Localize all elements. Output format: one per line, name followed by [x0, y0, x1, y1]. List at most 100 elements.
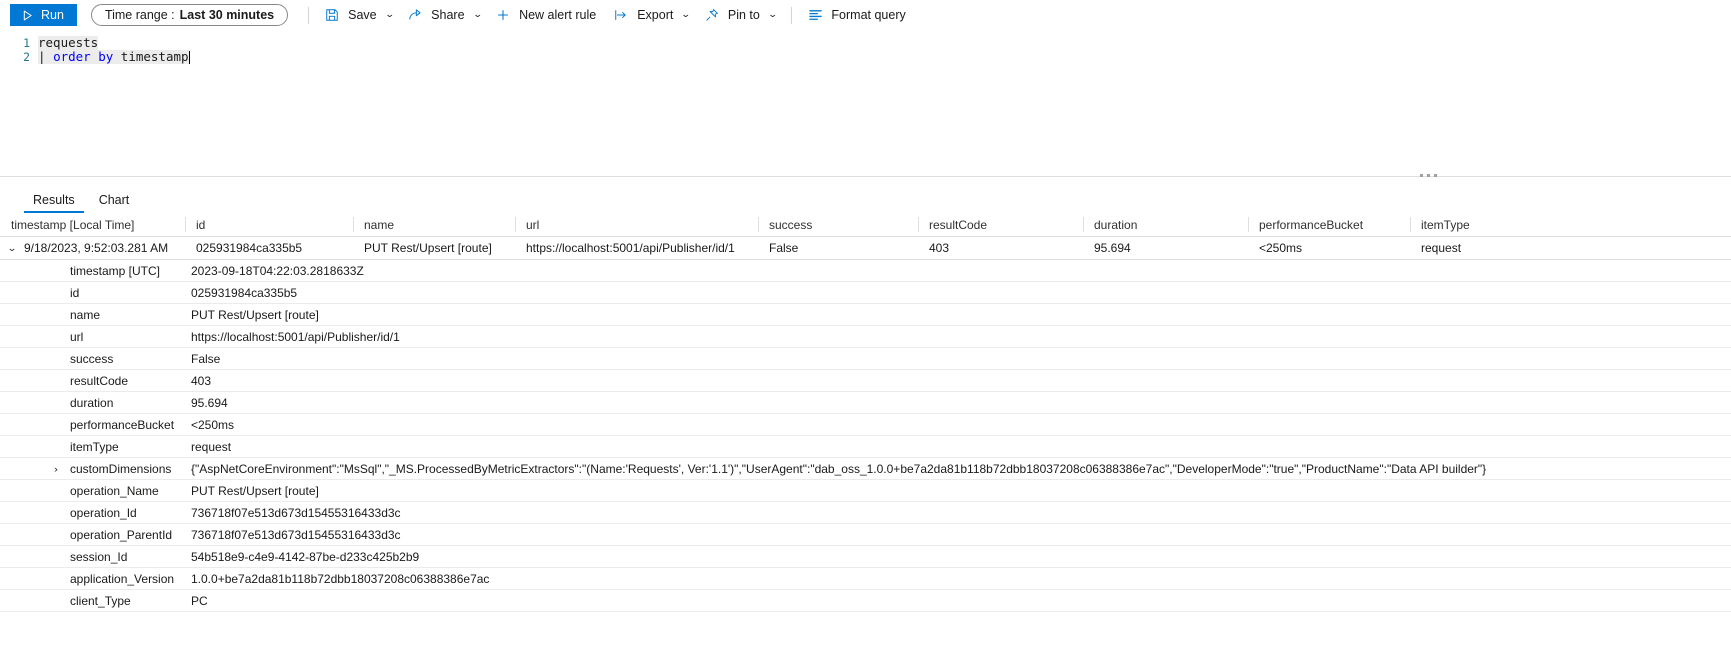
tab-chart[interactable]: Chart [90, 193, 139, 213]
time-range-picker[interactable]: Time range : Last 30 minutes [90, 4, 289, 26]
chevron-down-icon[interactable]: ⌄ [768, 9, 778, 19]
detail-row: client_Type PC [0, 590, 1731, 612]
share-icon [407, 7, 423, 23]
grid-header-row: timestamp [Local Time] id name url success re… [0, 213, 1731, 237]
column-header-success[interactable]: success [758, 213, 918, 237]
chevron-down-icon[interactable]: ⌄ [472, 9, 482, 19]
detail-value: https://localhost:5001/api/Publisher/id/… [191, 329, 400, 344]
share-button[interactable]: Share ⌄ [400, 3, 488, 27]
detail-row: url https://localhost:5001/api/Publisher/… [0, 326, 1731, 348]
detail-row: resultCode 403 [0, 370, 1731, 392]
detail-key: id [70, 285, 80, 300]
splitter-dot [1427, 174, 1430, 177]
column-header-duration[interactable]: duration [1083, 213, 1248, 237]
detail-row: session_Id 54b518e9-c4e9-4142-87be-d233c4… [0, 546, 1731, 568]
detail-key: operation_Name [70, 483, 159, 498]
export-button[interactable]: Export ⌄ [606, 3, 697, 27]
run-button-label: Run [41, 8, 64, 22]
detail-key: itemType [70, 439, 119, 454]
detail-row: application_Version 1.0.0+be7a2da81b118b7… [0, 568, 1731, 590]
column-header-url[interactable]: url [515, 213, 758, 237]
detail-value: request [191, 439, 232, 454]
cell-performancebucket: <250ms [1259, 240, 1303, 255]
code-text: requests [38, 35, 99, 50]
detail-key: performanceBucket [70, 417, 175, 432]
detail-value: False [191, 351, 221, 366]
grid-body: ⌄ 9/18/2023, 9:52:03.281 AM 025931984ca335… [0, 237, 1731, 612]
format-icon [807, 7, 823, 23]
chevron-down-icon[interactable]: ⌄ [384, 9, 394, 19]
detail-value: 403 [191, 373, 212, 388]
detail-value: 2023-09-18T04:22:03.2818633Z [191, 263, 364, 278]
time-range-value: Last 30 minutes [179, 8, 275, 22]
line-number: 2 [23, 50, 30, 64]
save-button[interactable]: Save ⌄ [317, 3, 400, 27]
column-header-timestamp-local-time[interactable]: timestamp [Local Time] [0, 213, 185, 237]
detail-key: resultCode [70, 373, 129, 388]
detail-value: PC [191, 593, 208, 608]
plus-icon [495, 7, 511, 23]
column-header-id[interactable]: id [185, 213, 353, 237]
tab-results[interactable]: Results [24, 193, 84, 213]
cell-itemtype: request [1421, 240, 1462, 255]
save-icon [324, 7, 340, 23]
code-text-line2: | order by timestamp [38, 50, 190, 64]
detail-key: duration [70, 395, 114, 410]
detail-row: operation_ParentId 736718f07e513d673d1545… [0, 524, 1731, 546]
cell-timestamp-local-time: ⌄ 9/18/2023, 9:52:03.281 AM [0, 237, 185, 260]
chevron-down-icon[interactable]: ⌄ [681, 9, 691, 19]
detail-row: › customDimensions {"AspNetCoreEnvironment… [0, 458, 1731, 480]
splitter-dot [1434, 174, 1437, 177]
results-grid: timestamp [Local Time] id name url success re… [0, 213, 1731, 612]
detail-row: id 025931984ca335b5 [0, 282, 1731, 304]
format-query-button[interactable]: Format query [800, 3, 915, 27]
detail-key: success [70, 351, 114, 366]
detail-value: <250ms [191, 417, 235, 432]
detail-value: 54b518e9-c4e9-4142-87be-d233c425b2b9 [191, 549, 420, 564]
code-line-1: 1 requests [0, 36, 1731, 50]
detail-row: timestamp [UTC] 2023-09-18T04:22:03.28186… [0, 260, 1731, 282]
column-header-name[interactable]: name [353, 213, 515, 237]
detail-row: name PUT Rest/Upsert [route] [0, 304, 1731, 326]
detail-value: {"AspNetCoreEnvironment":"MsSql","_MS.Pr… [191, 461, 1487, 476]
detail-row: success False [0, 348, 1731, 370]
text-caret [188, 51, 190, 64]
cell-success: False [769, 240, 799, 255]
toolbar-divider-1 [308, 6, 310, 24]
detail-row: operation_Id 736718f07e513d673d1545531643… [0, 502, 1731, 524]
identifier-token: timestamp [120, 49, 189, 64]
column-header-itemtype[interactable]: itemType [1410, 213, 1731, 237]
new-alert-rule-button[interactable]: New alert rule [488, 3, 606, 27]
cell-resultcode: 403 [929, 240, 950, 255]
detail-row: operation_Name PUT Rest/Upsert [route] [0, 480, 1731, 502]
row-expand-chevron-icon[interactable]: ⌄ [0, 237, 28, 260]
detail-value: 736718f07e513d673d15455316433d3c [191, 505, 401, 520]
cell-duration: 95.694 [1094, 240, 1131, 255]
pipe-token: | [38, 49, 54, 64]
detail-expand-chevron-icon[interactable]: › [38, 464, 74, 474]
detail-value: 025931984ca335b5 [191, 285, 298, 300]
detail-row: itemType request [0, 436, 1731, 458]
pin-icon [704, 7, 720, 23]
detail-key: client_Type [70, 593, 131, 608]
pin-to-button[interactable]: Pin to ⌄ [697, 3, 784, 27]
kql-query-editor[interactable]: 1 requests 2 | order by timestamp [0, 30, 1731, 176]
detail-key: timestamp [UTC] [70, 263, 161, 278]
run-button[interactable]: Run [10, 4, 77, 26]
export-button-label: Export [637, 8, 674, 22]
detail-value: 95.694 [191, 395, 228, 410]
share-button-label: Share [431, 8, 465, 22]
table-row[interactable]: ⌄ 9/18/2023, 9:52:03.281 AM 025931984ca335… [0, 237, 1731, 260]
detail-key: url [70, 329, 84, 344]
detail-row: performanceBucket <250ms [0, 414, 1731, 436]
column-header-resultcode[interactable]: resultCode [918, 213, 1083, 237]
cell-url: https://localhost:5001/api/Publisher/id/… [526, 240, 735, 255]
line-number: 1 [23, 36, 30, 50]
detail-key: name [70, 307, 101, 322]
detail-value: 1.0.0+be7a2da81b118b72dbb18037208c063883… [191, 571, 490, 586]
panel-splitter[interactable] [0, 174, 1731, 186]
column-header-performancebucket[interactable]: performanceBucket [1248, 213, 1410, 237]
pin-to-button-label: Pin to [727, 8, 760, 22]
splitter-handle[interactable] [1420, 174, 1437, 177]
results-tab-bar: Results Chart [0, 186, 1731, 213]
